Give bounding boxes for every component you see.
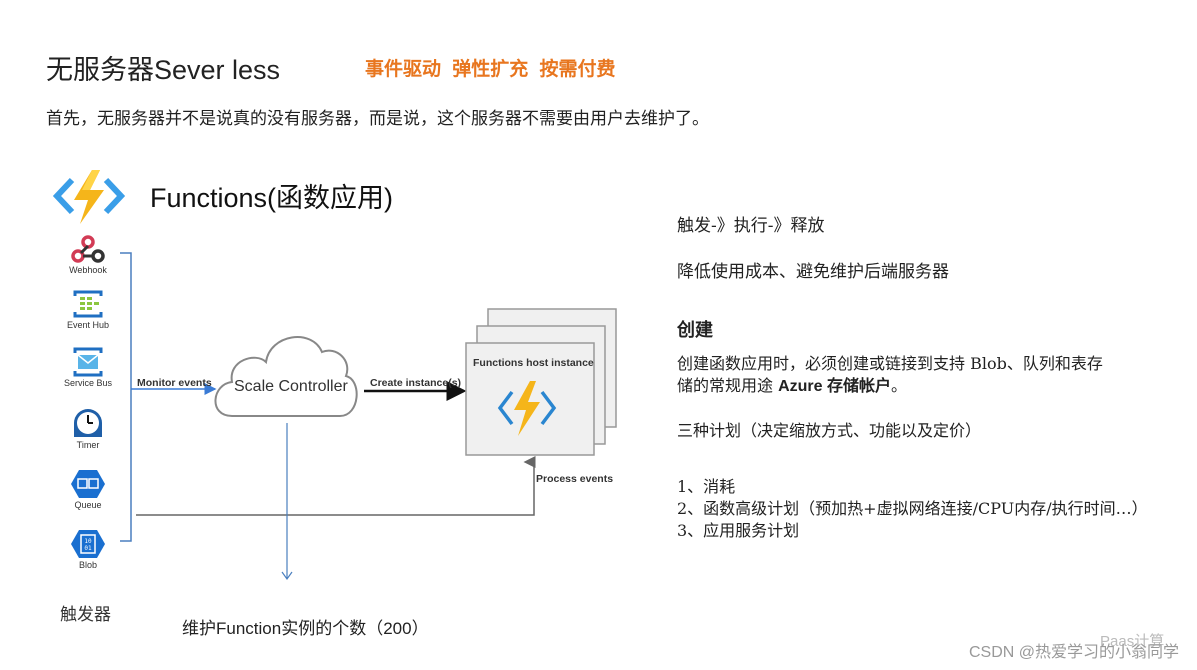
monitor-events-label: Monitor events bbox=[137, 377, 212, 389]
csdn-watermark: CSDN @热爱学习的小翁同学 bbox=[968, 644, 1179, 661]
create-desc-suffix: 。 bbox=[891, 376, 908, 395]
scale-controller-label: Scale Controller bbox=[234, 378, 348, 395]
triggers-caption: 触发器 bbox=[60, 605, 111, 625]
benefit-note: 降低使用成本、避免维护后端服务器 bbox=[677, 262, 949, 282]
plan-item: 1、消耗 bbox=[677, 477, 736, 496]
create-desc-line2: 储的常规用途 Azure 存储帐户。 bbox=[677, 372, 907, 396]
host-instance-label: Functions host instance bbox=[473, 357, 594, 369]
storage-account-text: Azure 存储帐户 bbox=[778, 378, 891, 395]
plan-item: 2、函数高级计划（预加热+虚拟网络连接/CPU内存/执行时间…） bbox=[677, 499, 1148, 518]
create-heading: 创建 bbox=[677, 320, 713, 341]
trigger-bracket bbox=[120, 252, 132, 542]
create-desc-prefix: 储的常规用途 bbox=[677, 376, 779, 395]
maintain-instances-note: 维护Function实例的个数（200） bbox=[182, 619, 429, 638]
scale-controller-cloud bbox=[214, 336, 358, 417]
flow-note: 触发-》执行-》释放 bbox=[677, 216, 825, 236]
diagram-connectors bbox=[120, 252, 617, 581]
plan-item: 3、应用服务计划 bbox=[677, 521, 800, 540]
process-events-label: Process events bbox=[536, 473, 614, 485]
process-events-arrow bbox=[136, 456, 536, 516]
create-instances-label: Create instance(s) bbox=[370, 377, 462, 389]
create-desc-line1: 创建函数应用时，必须创建或链接到支持 Blob、队列和表存 bbox=[677, 354, 1103, 373]
plans-heading: 三种计划（决定缩放方式、功能以及定价） bbox=[677, 421, 982, 440]
